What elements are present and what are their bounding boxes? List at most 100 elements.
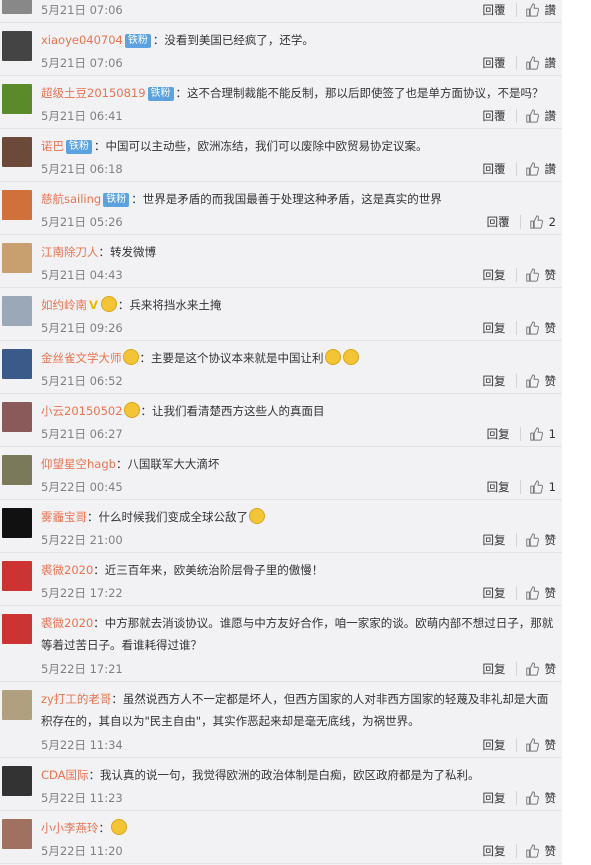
reply-button[interactable]: 回复: [483, 790, 506, 806]
comment-date: 5月22日 11:34: [41, 738, 123, 752]
like-button[interactable]: 赞: [525, 843, 556, 859]
reply-button[interactable]: 回复: [487, 479, 510, 495]
like-label: 讚: [544, 162, 557, 176]
comment-text: 裘微2020：中方那就去消谈协议。谁愿与中方友好合作，咱一家家的谈。欧萌内部不想…: [41, 612, 556, 656]
fan-badge[interactable]: 铁粉: [66, 140, 92, 154]
action-divider: [515, 586, 517, 600]
like-label: 讚: [544, 56, 557, 70]
avatar[interactable]: [2, 0, 32, 14]
username-link[interactable]: 小云20150502: [41, 404, 123, 418]
like-button[interactable]: 赞: [525, 790, 556, 806]
comment-date: 5月21日 06:18: [41, 162, 123, 176]
like-button[interactable]: 赞: [525, 661, 556, 677]
username-link[interactable]: 诺巴: [41, 139, 64, 153]
avatar[interactable]: [2, 243, 32, 273]
reply-button[interactable]: 回复: [483, 373, 506, 389]
like-button[interactable]: 2: [529, 215, 556, 229]
avatar[interactable]: [2, 137, 32, 167]
avatar[interactable]: [2, 508, 32, 538]
like-button[interactable]: 赞: [525, 532, 556, 548]
like-button[interactable]: 讚: [525, 55, 557, 71]
reply-button[interactable]: 回复: [483, 661, 506, 677]
like-button[interactable]: 赞: [525, 267, 556, 283]
comment-list: 5月21日 07:06 回覆讚 xiaoye040704 铁粉 ：没看到美国已经疯了，还…: [0, 0, 562, 865]
reply-button[interactable]: 回复: [487, 426, 510, 442]
avatar[interactable]: [2, 455, 32, 485]
like-button[interactable]: 讚: [525, 108, 557, 124]
like-button[interactable]: 讚: [525, 161, 557, 177]
comment-body: ：中国可以主动些，欧洲冻结，我们可以废除中欧贸易协定议案。: [94, 139, 428, 153]
like-button[interactable]: 1: [529, 480, 556, 494]
reply-button[interactable]: 回覆: [483, 108, 506, 124]
comment-date: 5月22日 00:45: [41, 480, 123, 494]
reply-button[interactable]: 回复: [483, 737, 506, 753]
username-link[interactable]: 雾霾宝哥: [41, 510, 87, 524]
comment-body: ：八国联军大大滴坏: [115, 457, 220, 471]
thumb-up-icon: [525, 56, 539, 70]
reply-button[interactable]: 回复: [483, 843, 506, 859]
username-link[interactable]: 裘微2020: [41, 616, 93, 630]
comment-date: 5月22日 21:00: [41, 533, 123, 547]
thumb-up-icon: [525, 738, 539, 752]
comment-actions: 回覆 讚: [483, 53, 557, 73]
reply-button[interactable]: 回复: [483, 320, 506, 336]
comment-text: 小小李燕玲：: [41, 817, 556, 839]
username-link[interactable]: zy打工的老哥: [41, 692, 111, 706]
avatar[interactable]: [2, 84, 32, 114]
like-button[interactable]: 赞: [525, 373, 556, 389]
reply-button[interactable]: 回覆: [487, 214, 510, 230]
comment-text: 金丝雀文学大师 ：主要是这个协议本来就是中国让利: [41, 347, 556, 369]
comment-body: ：这不合理制裁能不能反制，那以后即使签了也是单方面协议，不是吗？: [175, 86, 544, 100]
avatar[interactable]: [2, 561, 32, 591]
action-divider: [515, 162, 517, 176]
username-link[interactable]: 小小李燕玲: [41, 821, 99, 835]
username-link[interactable]: CDA国际: [41, 768, 89, 782]
comment-body: ：中方那就去消谈协议。谁愿与中方友好合作，咱一家家的谈。欧萌内部不想过日子，那就…: [41, 616, 554, 652]
username-link[interactable]: 慈航sailing: [41, 192, 101, 206]
avatar[interactable]: [2, 31, 32, 61]
like-label: 讚: [544, 109, 557, 123]
comment-date: 5月22日 17:21: [41, 662, 123, 676]
avatar[interactable]: [2, 349, 32, 379]
avatar[interactable]: [2, 819, 32, 849]
comment-body: ：什么时候我们变成全球公敌了: [87, 510, 248, 524]
username-link[interactable]: 金丝雀文学大师: [41, 351, 122, 365]
reply-button[interactable]: 回覆: [483, 2, 506, 18]
username-link[interactable]: xiaoye040704: [41, 33, 123, 47]
username-link[interactable]: 仰望星空hagb: [41, 457, 116, 471]
reply-button[interactable]: 回复: [483, 585, 506, 601]
fan-badge[interactable]: 铁粉: [147, 87, 174, 101]
thumb-up-icon: [525, 3, 539, 17]
reply-button[interactable]: 回复: [483, 532, 506, 548]
avatar[interactable]: [2, 296, 32, 326]
member-icon: [122, 349, 139, 365]
like-button[interactable]: 赞: [525, 320, 556, 336]
username-link[interactable]: 超级土豆20150819: [41, 86, 146, 100]
avatar[interactable]: [2, 402, 32, 432]
action-divider: [515, 56, 517, 70]
username-link[interactable]: 如约岭南: [41, 298, 87, 312]
reply-button[interactable]: 回覆: [483, 161, 506, 177]
like-button[interactable]: 赞: [525, 585, 556, 601]
comment-text: 小云20150502 ：让我们看清楚西方这些人的真面目: [41, 400, 556, 422]
comment-item: 裘微2020：近三百年来，欧美统治阶层骨子里的傲慢！ 5月22日 17:22 回复 赞: [0, 553, 562, 606]
avatar[interactable]: [2, 766, 32, 796]
like-button[interactable]: 1: [529, 427, 556, 441]
like-button[interactable]: 赞: [525, 737, 556, 753]
comment-date: 5月22日 11:23: [41, 791, 123, 805]
like-button[interactable]: 讚: [525, 2, 556, 18]
scrollbar-area[interactable]: [562, 0, 591, 865]
reply-button[interactable]: 回覆: [483, 55, 506, 71]
comment-date: 5月21日 07:06: [41, 56, 123, 70]
avatar[interactable]: [2, 690, 32, 720]
username-link[interactable]: 江南除刀人: [41, 245, 99, 259]
fan-badge[interactable]: 铁粉: [124, 34, 151, 48]
fan-badge[interactable]: 铁粉: [103, 193, 130, 207]
action-divider: [515, 844, 517, 858]
avatar[interactable]: [2, 614, 32, 644]
reply-button[interactable]: 回复: [483, 267, 506, 283]
avatar[interactable]: [2, 190, 32, 220]
username-link[interactable]: 裘微2020: [41, 563, 93, 577]
comment-date: 5月21日 05:26: [41, 215, 123, 229]
thumb-up-icon: [529, 480, 543, 494]
